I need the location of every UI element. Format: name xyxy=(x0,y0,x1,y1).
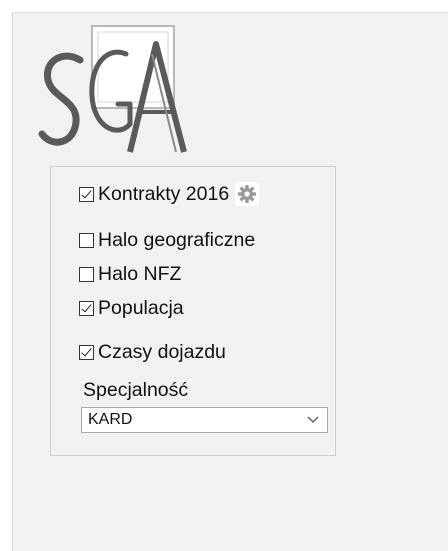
gear-icon[interactable] xyxy=(235,182,260,206)
page: Kontrakty 2016 Halo geograficzne Halo NF… xyxy=(0,0,448,551)
option-label: Kontrakty 2016 xyxy=(98,182,230,205)
option-halo-geograficzne[interactable]: Halo geograficzne xyxy=(79,227,255,253)
option-label: Populacja xyxy=(98,296,184,319)
halo-geograficzne-checkbox[interactable] xyxy=(79,232,94,248)
option-halo-nfz[interactable]: Halo NFZ xyxy=(79,261,181,287)
option-czasy-dojazdu[interactable]: Czasy dojazdu xyxy=(79,339,226,365)
populacja-checkbox[interactable] xyxy=(79,300,94,316)
specialty-select[interactable]: KARD xyxy=(81,407,328,433)
option-populacja[interactable]: Populacja xyxy=(79,295,184,321)
specialty-selected-value: KARD xyxy=(88,411,133,428)
halo-nfz-checkbox[interactable] xyxy=(79,266,94,282)
layer-options-box: Kontrakty 2016 Halo geograficzne Halo NF… xyxy=(50,166,336,456)
option-label: Czasy dojazdu xyxy=(98,340,226,363)
option-label: Halo NFZ xyxy=(98,262,182,285)
specialty-label: Specjalność xyxy=(83,379,189,401)
option-label: Halo geograficzne xyxy=(98,228,256,251)
kontrakty-checkbox[interactable] xyxy=(79,186,94,202)
czasy-dojazdu-checkbox[interactable] xyxy=(79,344,94,360)
option-kontrakty-2016[interactable]: Kontrakty 2016 xyxy=(79,181,260,207)
chevron-down-icon xyxy=(307,411,319,429)
sga-logo xyxy=(34,24,204,162)
